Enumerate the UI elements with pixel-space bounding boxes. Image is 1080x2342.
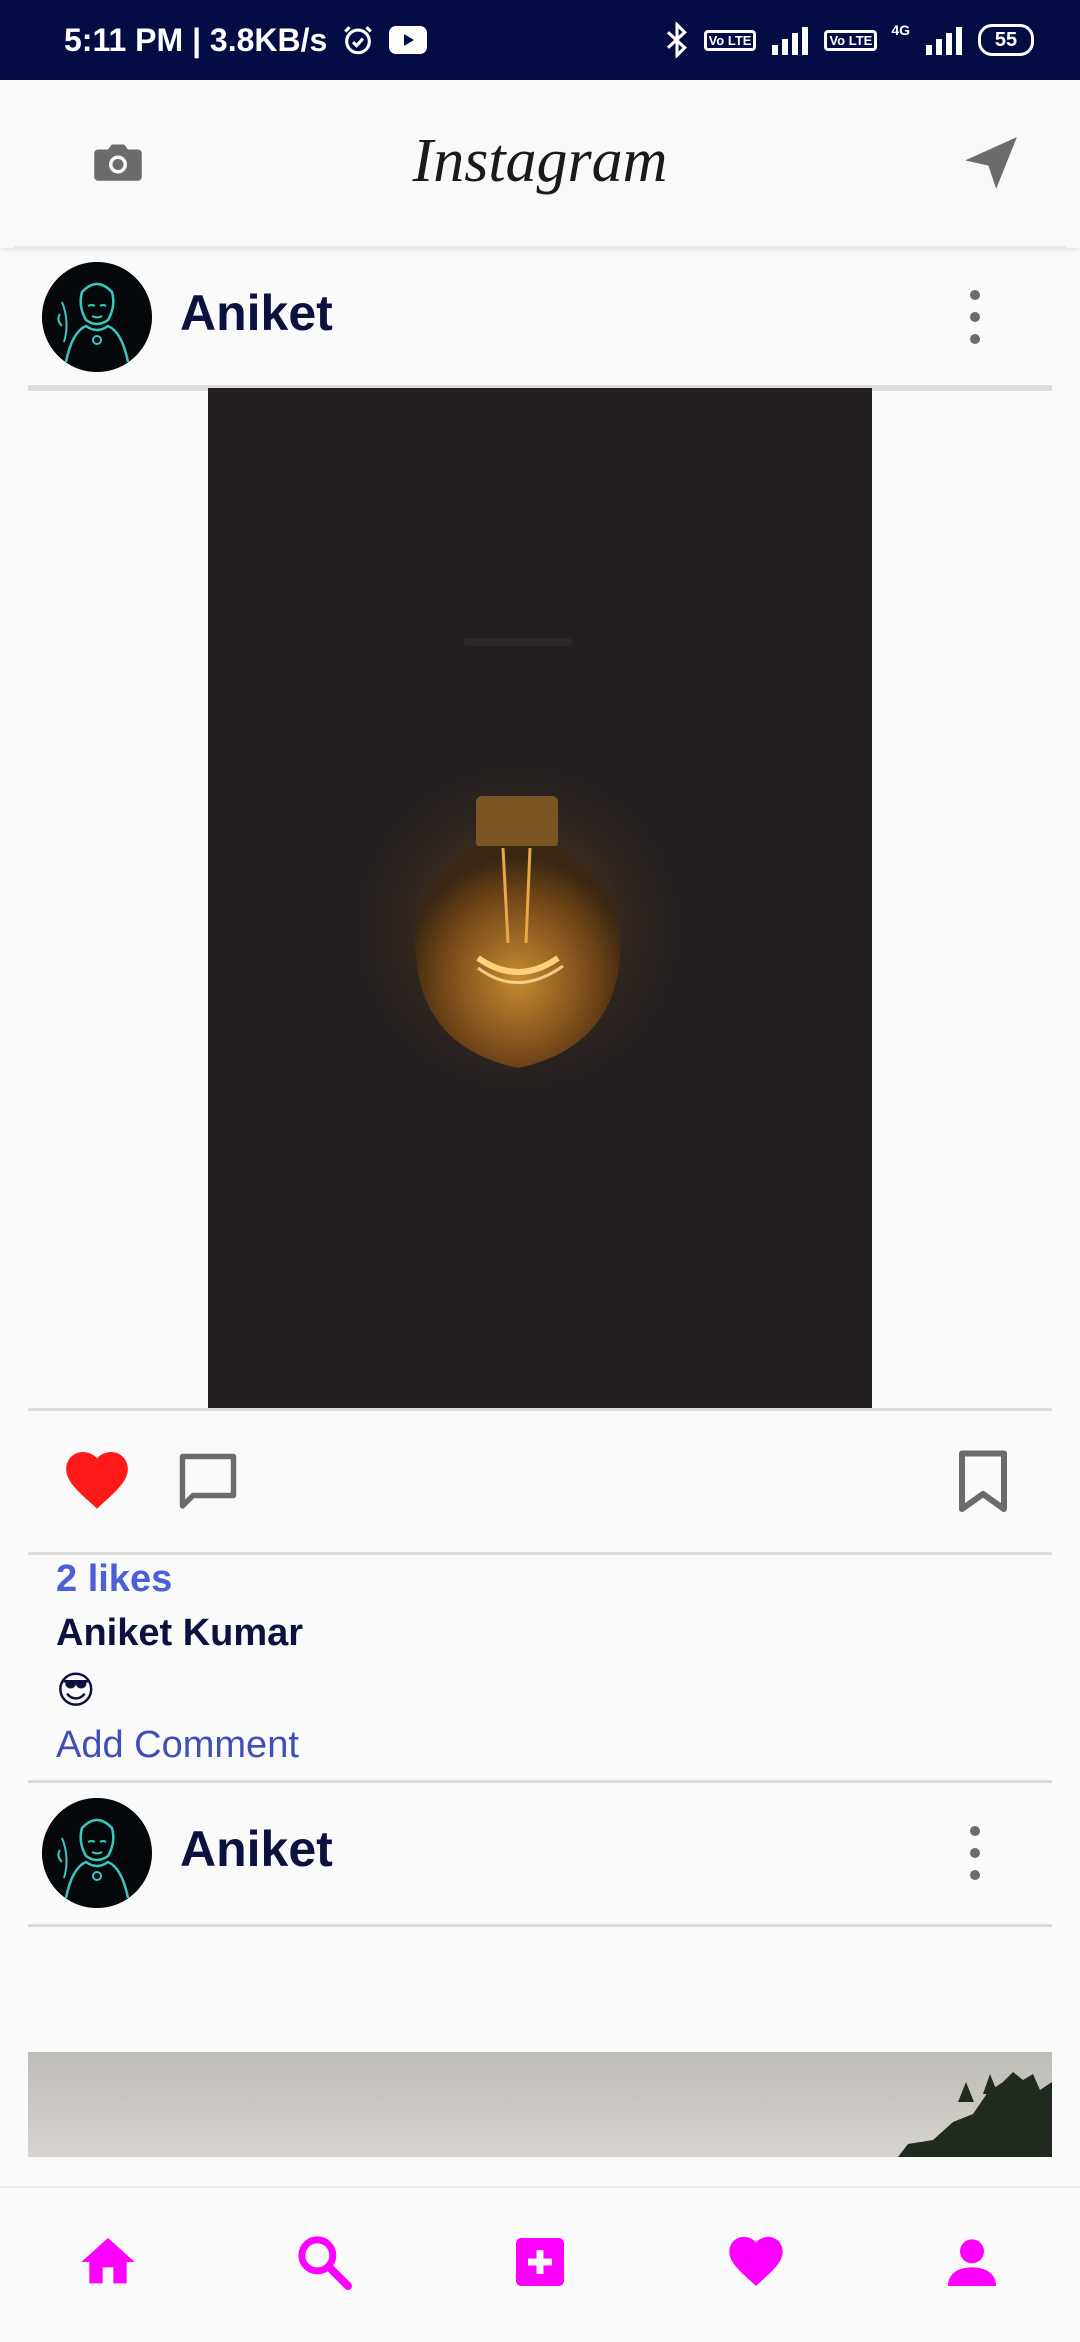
comment-icon: [179, 1453, 237, 1509]
divider: [28, 1780, 1052, 1783]
volte-badge-2: Vo LTE: [824, 29, 878, 51]
avatar-illustration: [42, 262, 152, 372]
divider: [28, 1408, 1052, 1411]
divider: [28, 385, 1052, 388]
add-comment-link[interactable]: Add Comment: [56, 1724, 299, 1767]
post-header: Aniket: [28, 248, 1052, 391]
bluetooth-icon: [666, 22, 687, 58]
nav-profile[interactable]: [940, 2230, 1004, 2294]
more-options-button[interactable]: [966, 284, 984, 350]
nav-search[interactable]: [292, 2230, 356, 2294]
battery-indicator: 55: [978, 24, 1034, 56]
network-type: 4G: [891, 22, 910, 38]
divider: [28, 1552, 1052, 1555]
post-username[interactable]: Aniket: [180, 1820, 333, 1878]
app-title: Instagram: [412, 127, 668, 195]
send-icon: [965, 137, 1017, 189]
status-right: Vo LTE Vo LTE 4G 55: [664, 0, 1034, 80]
app-bar: Instagram: [0, 80, 1080, 248]
profile-icon: [948, 2239, 996, 2286]
nav-activity[interactable]: [724, 2230, 788, 2294]
likes-count[interactable]: 2 likes: [56, 1558, 172, 1601]
alarm-icon: [344, 26, 373, 55]
heart-icon: [729, 2236, 783, 2286]
bottom-navigation: [0, 2186, 1080, 2342]
add-icon: [516, 2238, 564, 2286]
avatar-illustration: [42, 1798, 152, 1908]
avatar[interactable]: [42, 262, 152, 372]
more-vert-icon: [970, 1826, 980, 1880]
bookmark-icon: [959, 1450, 1007, 1512]
home-icon: [81, 2238, 135, 2284]
post-image[interactable]: [208, 388, 872, 1410]
avatar[interactable]: [42, 1798, 152, 1908]
post-author[interactable]: Aniket Kumar: [56, 1612, 303, 1655]
nav-home[interactable]: [76, 2230, 140, 2294]
post-header: Aniket: [28, 1784, 1052, 1927]
more-vert-icon: [970, 290, 980, 344]
signal-icon-2: [926, 27, 962, 55]
light-bulb-photo: [208, 388, 872, 1410]
heart-filled-icon: [66, 1452, 128, 1509]
bookmark-button[interactable]: [956, 1448, 1010, 1516]
direct-message-button[interactable]: [960, 132, 1022, 194]
like-button[interactable]: [60, 1444, 134, 1518]
landscape-photo: [898, 2072, 1052, 2157]
nav-add-post[interactable]: [508, 2230, 572, 2294]
post-caption: 😎: [56, 1670, 96, 1712]
volte-badge-1: Vo LTE: [703, 29, 757, 51]
post-username[interactable]: Aniket: [180, 284, 333, 342]
status-time-speed: 5:11 PM | 3.8KB/s: [64, 21, 328, 58]
signal-icon: [772, 27, 809, 55]
comment-button[interactable]: [172, 1446, 244, 1518]
post-image[interactable]: [28, 2052, 1052, 2157]
search-icon: [298, 2236, 352, 2290]
status-bar: 5:11 PM | 3.8KB/s Vo LTE Vo LTE 4G 55: [0, 0, 1080, 80]
more-options-button[interactable]: [966, 1820, 984, 1886]
status-left: 5:11 PM | 3.8KB/s: [64, 0, 428, 80]
youtube-icon: [389, 26, 428, 54]
